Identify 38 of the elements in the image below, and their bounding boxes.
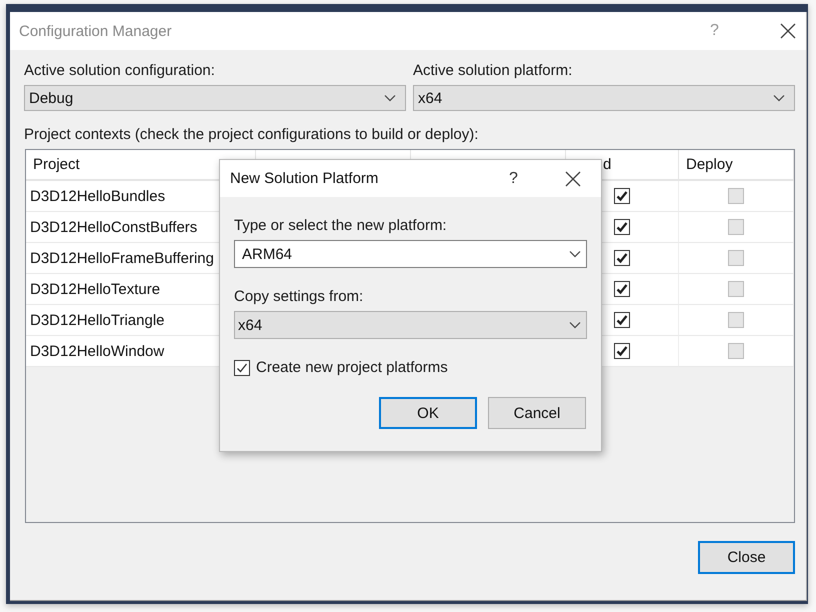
checkbox[interactable] [234, 360, 250, 376]
chevron-down-icon [569, 250, 581, 258]
field-label: Type or select the new platform: [234, 217, 448, 234]
dropdown[interactable]: x64 [413, 85, 795, 111]
field-label: Active solution configuration: [24, 62, 216, 79]
table-cell: D3D12HelloFrameBuffering [30, 250, 214, 266]
dialog-title: New Solution Platform [230, 170, 380, 187]
dialog-button[interactable]: Cancel [488, 397, 586, 429]
table-cell: D3D12HelloWindow [30, 342, 164, 360]
checkbox[interactable] [614, 343, 630, 359]
field-label: Copy settings from: [234, 288, 364, 305]
column-header: Deploy [686, 156, 733, 173]
column-header: Project [33, 156, 80, 173]
checkbox[interactable] [614, 281, 630, 297]
field-label: Active solution platform: [413, 62, 574, 79]
table-cell: D3D12HelloTexture [30, 280, 160, 298]
close-button[interactable]: Close [698, 541, 795, 574]
checkbox[interactable] [614, 250, 630, 266]
table-cell: D3D12HelloTriangle [30, 312, 165, 328]
chevron-down-icon [569, 321, 581, 329]
section-label: Project contexts (check the project configurations to build or deploy): [24, 126, 480, 143]
checkbox[interactable] [614, 188, 630, 204]
table-cell: D3D12HelloConstBuffers [30, 218, 198, 236]
checkbox-label: Create new project platforms [256, 359, 448, 376]
window-title: Configuration Manager [19, 22, 173, 40]
table-cell: D3D12HelloBundles [30, 188, 166, 204]
close-icon[interactable] [780, 23, 796, 39]
dropdown[interactable]: x64 [234, 311, 587, 339]
dropdown[interactable]: Debug [24, 85, 406, 111]
chevron-down-icon [773, 94, 785, 102]
checkbox[interactable] [614, 312, 630, 328]
dialog-button[interactable]: OK [379, 397, 477, 429]
checkbox[interactable] [614, 219, 630, 235]
platform-combo-field[interactable]: ARM64 [234, 240, 587, 268]
column-header: d [603, 156, 612, 173]
help-button[interactable]: ? [509, 170, 565, 188]
chevron-down-icon [384, 94, 396, 102]
close-icon[interactable] [565, 170, 581, 186]
